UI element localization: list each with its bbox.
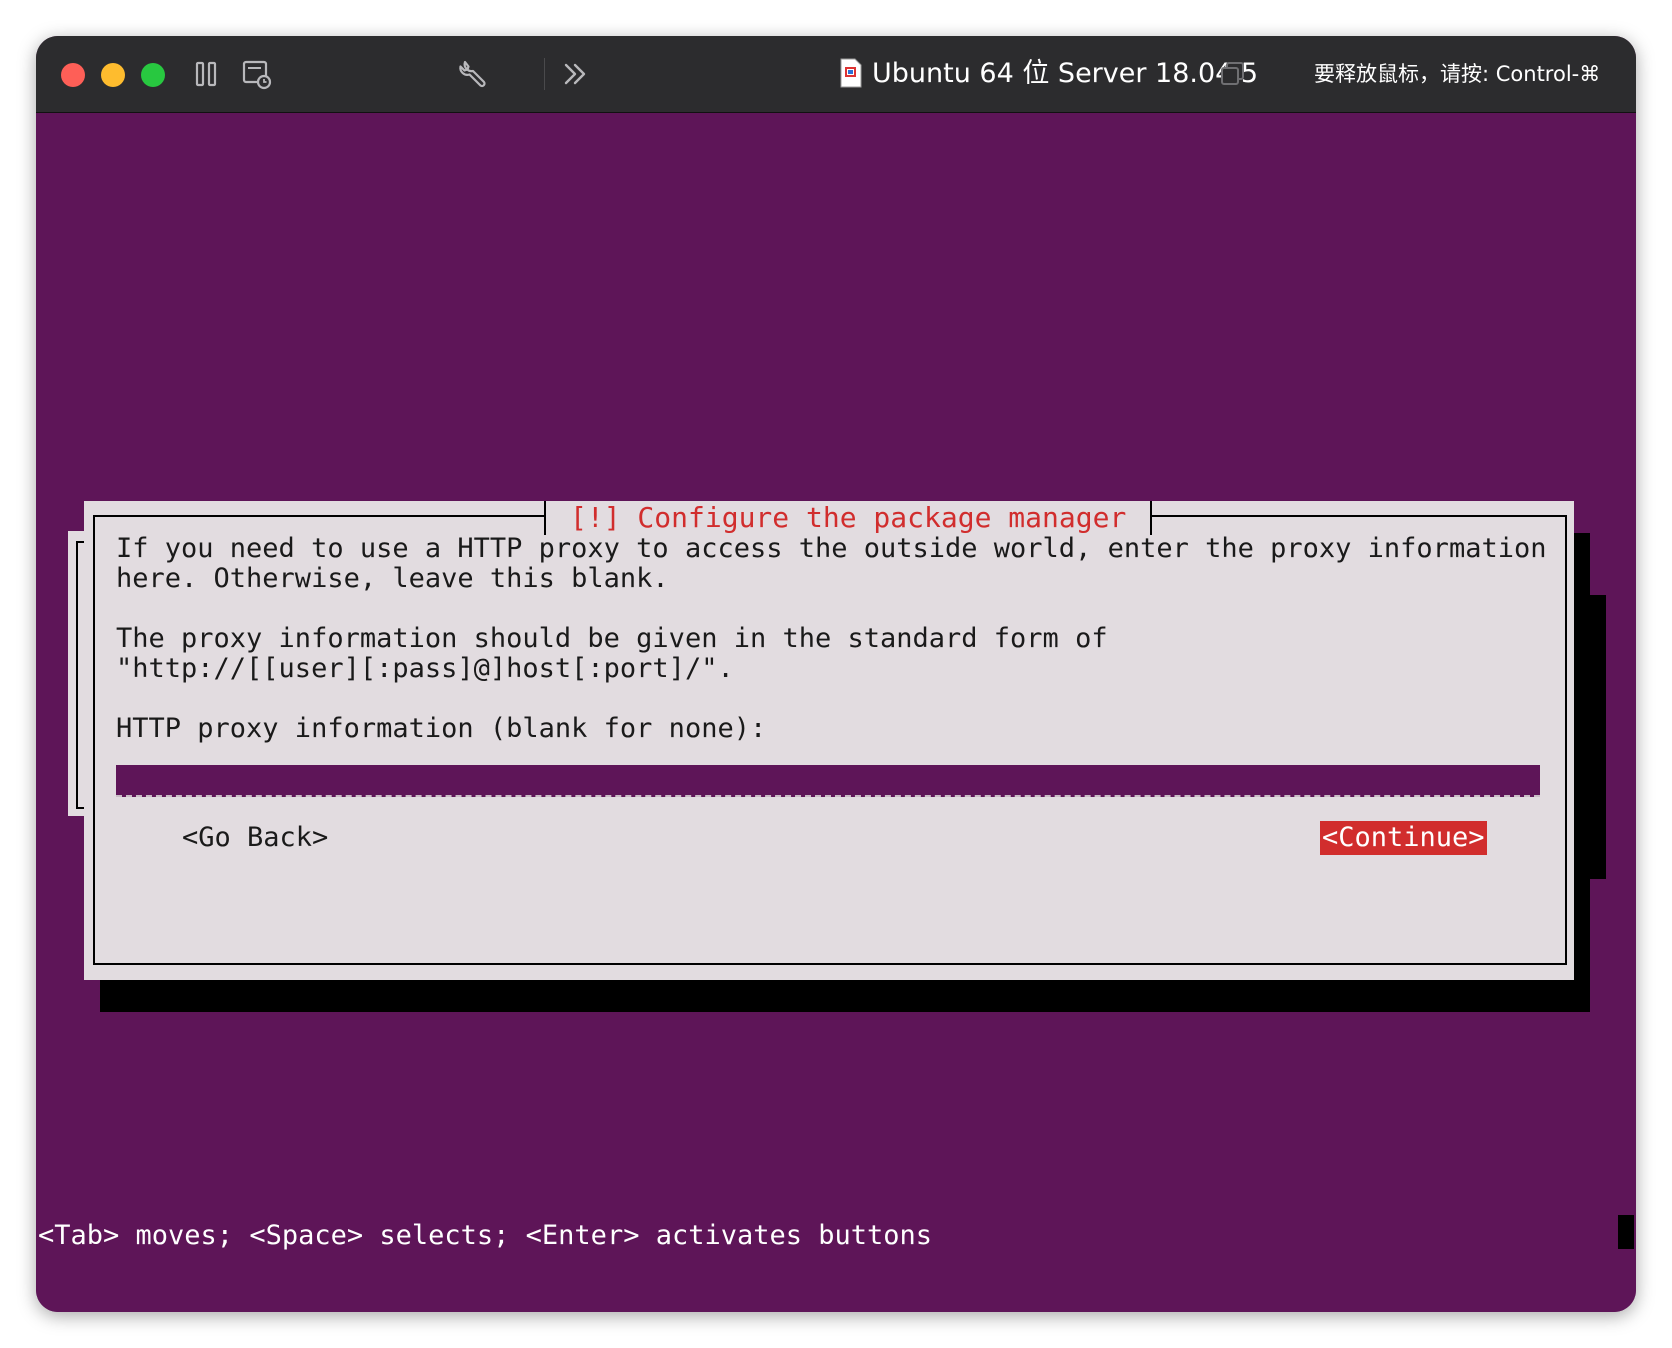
- dialog-text-line: here. Otherwise, leave this blank.: [116, 563, 669, 594]
- proxy-input-label: HTTP proxy information (blank for none):: [116, 713, 767, 744]
- toolbar-divider: [544, 58, 545, 90]
- continue-button[interactable]: <Continue>: [1320, 821, 1487, 855]
- dialog-text-line: "http://[[user][:pass]@]host[:port]/".: [116, 653, 734, 684]
- close-button[interactable]: [61, 63, 85, 87]
- background-dialog-frame: [76, 541, 84, 809]
- dialog-title: [!] Configure the package manager: [544, 501, 1153, 535]
- snapshot-icon[interactable]: [239, 56, 275, 92]
- http-proxy-input[interactable]: [116, 765, 1540, 797]
- dialog-shadow-right-outer: [1588, 595, 1606, 879]
- vm-window: Ubuntu 64 位 Server 18.04.5 要释放鼠标，请按: Con…: [36, 36, 1636, 1312]
- dialog-shadow: [100, 980, 1590, 1012]
- document-icon: [840, 58, 862, 88]
- dialog-text-line: If you need to use a HTTP proxy to acces…: [116, 533, 1547, 564]
- title-bar: Ubuntu 64 位 Server 18.04.5 要释放鼠标，请按: Con…: [36, 36, 1636, 113]
- terminal-cursor: [1618, 1215, 1634, 1249]
- dialog-text-line: The proxy information should be given in…: [116, 623, 1108, 654]
- window-title: Ubuntu 64 位 Server 18.04.5: [872, 58, 1259, 89]
- window-copy-icon[interactable]: [1218, 59, 1248, 89]
- vm-console-screen[interactable]: [!] Configure the package manager If you…: [36, 113, 1636, 1312]
- keyboard-help-line: <Tab> moves; <Space> selects; <Enter> ac…: [38, 1220, 933, 1251]
- release-mouse-hint: 要释放鼠标，请按: Control-⌘: [1314, 62, 1601, 86]
- wrench-icon[interactable]: [455, 56, 491, 92]
- pause-icon[interactable]: [189, 56, 225, 92]
- go-back-button[interactable]: <Go Back>: [182, 821, 328, 855]
- chevron-double-right-icon[interactable]: [557, 56, 593, 92]
- fullscreen-button[interactable]: [141, 63, 165, 87]
- minimize-button[interactable]: [101, 63, 125, 87]
